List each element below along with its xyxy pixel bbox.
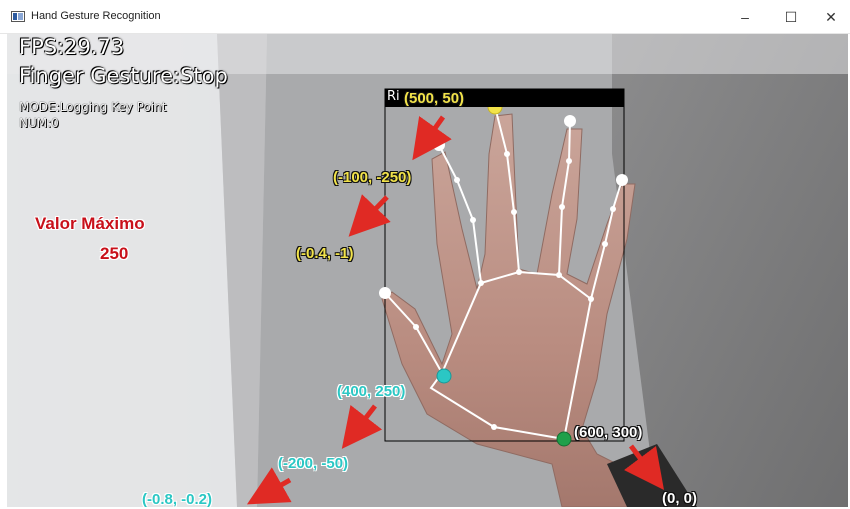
fps-readout: FPS:29.73 xyxy=(19,35,125,59)
app-window: Hand Gesture Recognition – ☐ ✕ Ri FPS:29… xyxy=(0,0,850,509)
cyan-label-3: (-0.8, -0.2) xyxy=(142,491,213,507)
green-label-2: (0, 0) xyxy=(662,490,698,507)
yellow-label-3: (-0.4, -1) xyxy=(296,245,354,262)
keypoint-green xyxy=(556,431,572,447)
green-label-1: (600, 300) xyxy=(574,424,643,441)
finger-gesture-readout: Finger Gesture:Stop xyxy=(19,64,228,88)
yellow-label-2: (-100, -250) xyxy=(333,169,412,186)
title-bar[interactable]: Hand Gesture Recognition – ☐ ✕ xyxy=(0,0,850,34)
num-readout: NUM:0 xyxy=(19,116,59,130)
cyan-label-1: (400, 250) xyxy=(337,383,406,400)
mode-readout: MODE:Logging Key Point xyxy=(19,100,167,114)
camera-feed: Ri FPS:29.73 Finger Gesture:Stop MODE:Lo… xyxy=(7,34,848,507)
keypoint-cyan xyxy=(436,368,452,384)
cyan-label-2: (-200, -50) xyxy=(278,455,349,472)
app-icon xyxy=(11,11,25,22)
max-value: 250 xyxy=(100,244,129,263)
minimize-button[interactable]: – xyxy=(726,5,764,29)
hand-label: Ri xyxy=(387,89,400,104)
yellow-label-1: (500, 50) xyxy=(404,90,465,107)
max-value-title: Valor Máximo xyxy=(35,214,145,233)
window-title: Hand Gesture Recognition xyxy=(31,10,161,22)
maximize-button[interactable]: ☐ xyxy=(772,5,810,29)
close-button[interactable]: ✕ xyxy=(812,5,850,29)
